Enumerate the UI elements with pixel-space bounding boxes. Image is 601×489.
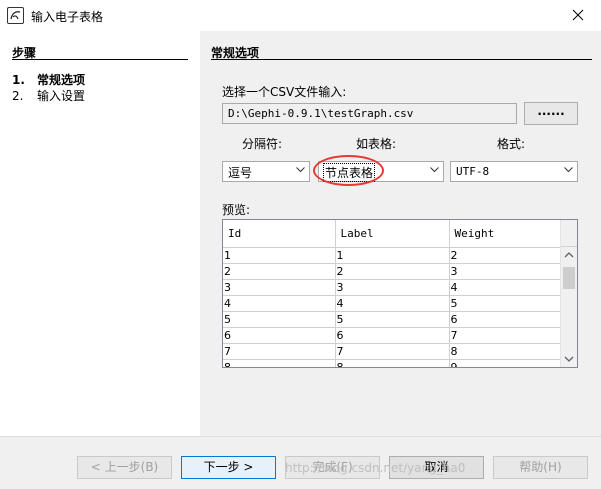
column-header-label[interactable]: Label (335, 220, 450, 248)
table-cell: 4 (223, 295, 336, 312)
back-button[interactable]: < 上一步(B) (77, 456, 172, 479)
format-label: 格式: (497, 137, 526, 151)
cancel-button[interactable]: 取消 (389, 456, 484, 479)
table-row[interactable]: 889 (223, 359, 563, 367)
chevron-down-icon (296, 167, 305, 173)
help-button[interactable]: 帮助(H) (493, 456, 588, 479)
step-number: 1. (12, 73, 25, 87)
table-cell: 6 (449, 311, 563, 328)
preview-label: 预览: (222, 203, 251, 217)
table-body: 112 223 334 445 556 667 778 889 (223, 247, 563, 367)
table-cell: 2 (449, 247, 563, 264)
step-number: 2. (12, 89, 24, 103)
header-corner (561, 220, 577, 247)
chevron-up-icon (564, 252, 574, 258)
step-item-general: 1. 常规选项 (12, 71, 85, 88)
column-header-id[interactable]: Id (223, 220, 336, 248)
title-bar: 输入电子表格 (0, 0, 601, 31)
table-cell: 6 (223, 327, 336, 344)
as-table-value: 节点表格 (322, 163, 376, 182)
general-options-panel: 常规选项 选择一个CSV文件输入: D:\Gephi-0.9.1\testGra… (200, 31, 601, 436)
csv-file-label: 选择一个CSV文件输入: (222, 85, 347, 99)
table-cell: 3 (449, 263, 563, 280)
separator-value: 逗号 (228, 166, 253, 180)
format-select[interactable]: UTF-8 (450, 161, 578, 182)
table-cell: 9 (449, 359, 563, 367)
table-cell: 7 (335, 343, 450, 360)
step-label: 常规选项 (37, 73, 86, 87)
section-divider (211, 59, 592, 60)
table-cell: 4 (449, 279, 563, 296)
button-bar: < 上一步(B) 下一步 > 完成(F) 取消 帮助(H) http://blo… (0, 436, 601, 489)
browse-button[interactable]: ...... (524, 102, 578, 125)
table-cell: 8 (335, 359, 450, 367)
table-header-row: Id Label Weight (223, 220, 563, 248)
app-logo-icon (7, 7, 24, 24)
preview-table[interactable]: Id Label Weight 112 223 334 445 556 667 … (222, 219, 578, 368)
next-button[interactable]: 下一步 > (181, 456, 276, 479)
table-row[interactable]: 445 (223, 295, 563, 312)
table-row[interactable]: 556 (223, 311, 563, 328)
chevron-down-icon (430, 167, 439, 173)
column-header-weight[interactable]: Weight (449, 220, 563, 248)
table-cell: 7 (449, 327, 563, 344)
as-table-label: 如表格: (356, 137, 397, 151)
steps-panel: 步骤 1. 常规选项 2. 输入设置 (0, 31, 200, 436)
table-cell: 8 (223, 359, 336, 367)
format-value: UTF-8 (456, 165, 490, 178)
vertical-scrollbar[interactable] (560, 220, 577, 367)
table-row[interactable]: 223 (223, 263, 563, 280)
table-cell: 2 (223, 263, 336, 280)
separator-select[interactable]: 逗号 (222, 161, 310, 182)
chevron-down-icon (564, 167, 573, 173)
table-cell: 3 (335, 279, 450, 296)
table-cell: 5 (449, 295, 563, 312)
window-title: 输入电子表格 (31, 10, 104, 24)
file-path-field[interactable]: D:\Gephi-0.9.1\testGraph.csv (222, 103, 517, 124)
table-cell: 4 (335, 295, 450, 312)
scroll-thumb[interactable] (563, 267, 575, 289)
steps-divider (12, 59, 188, 60)
table-cell: 1 (335, 247, 450, 264)
table-row[interactable]: 334 (223, 279, 563, 296)
step-item-import-settings: 2. 输入设置 (12, 87, 85, 104)
chevron-down-icon (564, 356, 574, 362)
close-icon (572, 9, 584, 21)
table-row[interactable]: 667 (223, 327, 563, 344)
table-cell: 3 (223, 279, 336, 296)
table-cell: 5 (335, 311, 450, 328)
table-cell: 7 (223, 343, 336, 360)
close-button[interactable] (555, 0, 601, 31)
table-cell: 2 (335, 263, 450, 280)
table-cell: 1 (223, 247, 336, 264)
scroll-up-button[interactable] (561, 247, 577, 264)
table-cell: 6 (335, 327, 450, 344)
step-label: 输入设置 (37, 89, 86, 103)
table-row[interactable]: 778 (223, 343, 563, 360)
table-cell: 8 (449, 343, 563, 360)
finish-button[interactable]: 完成(F) (285, 456, 380, 479)
as-table-select[interactable]: 节点表格 (318, 161, 444, 182)
table-cell: 5 (223, 311, 336, 328)
scroll-down-button[interactable] (561, 350, 577, 367)
table-row[interactable]: 112 (223, 247, 563, 264)
separator-label: 分隔符: (242, 137, 283, 151)
